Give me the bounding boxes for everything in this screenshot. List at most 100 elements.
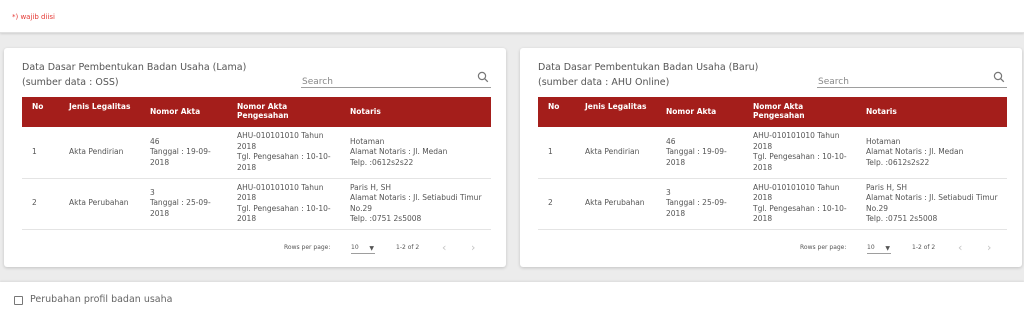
nomor-akta-value: 3 [150, 187, 155, 197]
card-new-data: Data Dasar Pembentukan Badan Usaha (Baru… [520, 48, 1022, 267]
cell-no: 2 [538, 178, 575, 230]
cell-nomor-akta: 3 Tanggal : 25-09-2018 [140, 178, 227, 230]
tanggal-akta: Tanggal : 19-09-2018 [150, 147, 211, 167]
chevron-left-icon[interactable]: ‹ [958, 241, 962, 254]
cell-jenis: Akta Perubahan [575, 178, 656, 230]
notaris-telp: Telp. :0612s2s22 [350, 157, 414, 167]
pagination-range: 1-2 of 2 [912, 244, 936, 251]
notaris-alamat: Alamat Notaris : Jl. Setiabudi Timur No.… [866, 193, 998, 213]
card-old-data: Data Dasar Pembentukan Badan Usaha (Lama… [4, 48, 506, 267]
nomor-akta-value: 46 [150, 136, 160, 146]
tanggal-pengesahan: Tgl. Pengesahan : 10-10-2018 [237, 152, 331, 172]
table-row: 1 Akta Pendirian 46 Tanggal : 19-09-2018 … [22, 127, 491, 179]
cell-no: 2 [22, 178, 59, 230]
cell-nomor-akta: 46 Tanggal : 19-09-2018 [140, 127, 227, 179]
profile-change-label[interactable]: Perubahan profil badan usaha [30, 294, 172, 305]
pagination-range: 1-2 of 2 [396, 244, 420, 251]
cell-nomor-pengesahan: AHU-010101010 Tahun 2018 Tgl. Pengesahan … [743, 127, 856, 179]
notaris-alamat: Alamat Notaris : Jl. Setiabudi Timur No.… [350, 193, 482, 213]
cell-nomor-pengesahan: AHU-010101010 Tahun 2018 Tgl. Pengesahan … [743, 178, 856, 230]
cell-notaris: Hotaman Alamat Notaris : Jl. Medan Telp. :… [856, 127, 1007, 179]
rows-per-page-select[interactable]: 10 ▼ [867, 240, 891, 254]
notaris-telp: Telp. :0751 2s5008 [350, 214, 422, 223]
card-title-text: Data Dasar Pembentukan Badan Usaha (Lama… [22, 62, 247, 73]
nomor-pengesahan-value: AHU-010101010 Tahun 2018 [753, 131, 840, 151]
search-icon[interactable] [993, 71, 1005, 83]
chevron-right-icon[interactable]: › [987, 241, 991, 254]
card-title: Data Dasar Pembentukan Badan Usaha (Lama… [22, 60, 246, 90]
cell-jenis: Akta Pendirian [575, 127, 656, 179]
cell-notaris: Paris H, SH Alamat Notaris : Jl. Setiabud… [856, 178, 1007, 230]
caret-down-icon: ▼ [369, 245, 374, 252]
pagination: Rows per page: 10 ▼ 1-2 of 2 ‹ › [22, 238, 491, 258]
required-note: *) wajib diisi [12, 13, 55, 21]
column-header-nomor-akta[interactable]: Nomor Akta [140, 97, 227, 127]
tanggal-pengesahan: Tgl. Pengesahan : 10-10-2018 [237, 203, 331, 224]
notaris-nama: Paris H, SH [350, 182, 392, 192]
nomor-pengesahan-value: AHU-010101010 Tahun 2018 [753, 182, 840, 203]
chevron-left-icon[interactable]: ‹ [442, 241, 446, 254]
search-input[interactable] [817, 73, 982, 91]
profile-change-section: Perubahan profil badan usaha [0, 282, 1024, 324]
form-header-strip: *) wajib diisi [0, 0, 1024, 33]
column-header-jenis[interactable]: Jenis Legalitas [575, 97, 656, 127]
column-header-no[interactable]: No [538, 97, 575, 127]
notaris-alamat: Alamat Notaris : Jl. Medan [866, 147, 964, 156]
tanggal-pengesahan: Tgl. Pengesahan : 10-10-2018 [753, 203, 847, 224]
column-header-jenis[interactable]: Jenis Legalitas [59, 97, 140, 127]
notaris-telp: Telp. :0751 2s5008 [866, 214, 938, 223]
notaris-nama: Hotaman [350, 136, 385, 146]
rows-per-page-value: 10 [867, 244, 875, 251]
cell-no: 1 [538, 127, 575, 179]
nomor-akta-value: 3 [666, 187, 671, 197]
card-title-text: Data Dasar Pembentukan Badan Usaha (Baru… [538, 62, 759, 73]
legality-table: No Jenis Legalitas Nomor Akta Nomor Akta… [22, 97, 491, 230]
search-input[interactable] [301, 73, 466, 91]
nomor-akta-value: 46 [666, 136, 676, 146]
nomor-pengesahan-value: AHU-010101010 Tahun 2018 [237, 131, 324, 151]
tanggal-pengesahan: Tgl. Pengesahan : 10-10-2018 [753, 152, 847, 172]
table-header-row: No Jenis Legalitas Nomor Akta Nomor Akta… [538, 97, 1007, 127]
column-header-nomor-akta-pengesahan[interactable]: Nomor Akta Pengesahan [227, 97, 340, 127]
column-header-notaris[interactable]: Notaris [340, 97, 491, 127]
caret-down-icon: ▼ [885, 245, 890, 252]
column-header-nomor-akta[interactable]: Nomor Akta [656, 97, 743, 127]
legality-table: No Jenis Legalitas Nomor Akta Nomor Akta… [538, 97, 1007, 230]
chevron-right-icon[interactable]: › [471, 241, 475, 254]
cell-nomor-pengesahan: AHU-010101010 Tahun 2018 Tgl. Pengesahan … [227, 127, 340, 179]
nomor-pengesahan-value: AHU-010101010 Tahun 2018 [237, 182, 324, 203]
table-row: 2 Akta Perubahan 3 Tanggal : 25-09-2018 A… [22, 178, 491, 230]
cell-nomor-akta: 46 Tanggal : 19-09-2018 [656, 127, 743, 179]
rows-per-page-select[interactable]: 10 ▼ [351, 240, 375, 254]
rows-per-page-label: Rows per page: [284, 244, 331, 251]
cell-jenis: Akta Perubahan [59, 178, 140, 230]
cell-notaris: Hotaman Alamat Notaris : Jl. Medan Telp. :… [340, 127, 491, 179]
card-title: Data Dasar Pembentukan Badan Usaha (Baru… [538, 60, 758, 90]
table-row: 2 Akta Perubahan 3 Tanggal : 25-09-2018 A… [538, 178, 1007, 230]
pagination: Rows per page: 10 ▼ 1-2 of 2 ‹ › [538, 238, 1007, 258]
profile-change-checkbox[interactable] [14, 296, 23, 305]
column-header-nomor-akta-pengesahan[interactable]: Nomor Akta Pengesahan [743, 97, 856, 127]
table-row: 1 Akta Pendirian 46 Tanggal : 19-09-2018 … [538, 127, 1007, 179]
notaris-telp: Telp. :0612s2s22 [866, 157, 930, 167]
cell-nomor-akta: 3 Tanggal : 25-09-2018 [656, 178, 743, 230]
card-subtitle: (sumber data : AHU Online) [538, 77, 670, 88]
cell-jenis: Akta Pendirian [59, 127, 140, 179]
search-icon[interactable] [477, 71, 489, 83]
column-header-notaris[interactable]: Notaris [856, 97, 1007, 127]
tanggal-akta: Tanggal : 25-09-2018 [666, 198, 727, 218]
cell-no: 1 [22, 127, 59, 179]
search-field [301, 69, 491, 91]
notaris-alamat: Alamat Notaris : Jl. Medan [350, 147, 448, 156]
column-header-no[interactable]: No [22, 97, 59, 127]
notaris-nama: Paris H, SH [866, 182, 908, 192]
cell-nomor-pengesahan: AHU-010101010 Tahun 2018 Tgl. Pengesahan … [227, 178, 340, 230]
card-subtitle: (sumber data : OSS) [22, 77, 119, 88]
tanggal-akta: Tanggal : 19-09-2018 [666, 147, 727, 167]
rows-per-page-value: 10 [351, 244, 359, 251]
cell-notaris: Paris H, SH Alamat Notaris : Jl. Setiabud… [340, 178, 491, 230]
rows-per-page-label: Rows per page: [800, 244, 847, 251]
notaris-nama: Hotaman [866, 136, 901, 146]
tanggal-akta: Tanggal : 25-09-2018 [150, 198, 211, 218]
search-field [817, 69, 1007, 91]
